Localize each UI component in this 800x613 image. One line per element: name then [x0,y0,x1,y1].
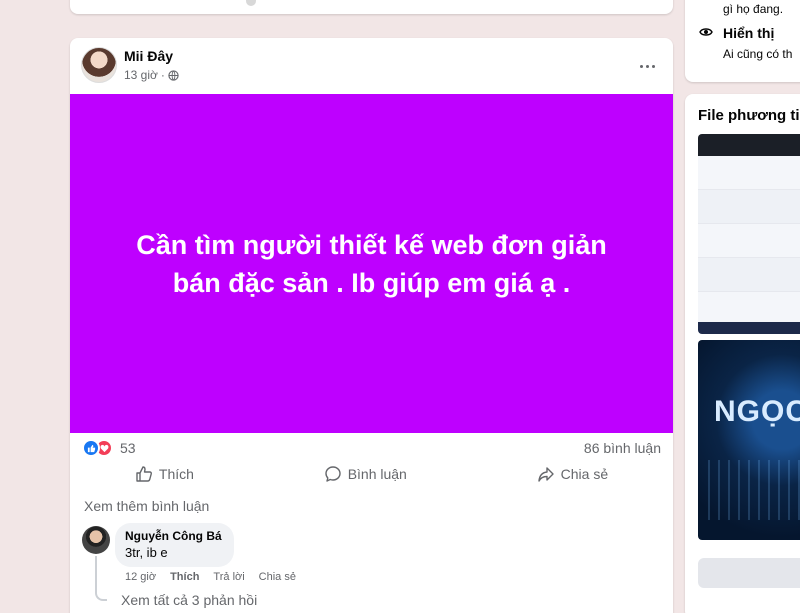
reaction-count: 53 [120,440,136,456]
thumbs-up-icon [136,466,152,482]
comment-share-button[interactable]: Chia sẻ [259,571,296,583]
previous-post-card [70,0,673,14]
view-all-replies-link[interactable]: Xem tất cả 3 phản hồi [121,592,257,608]
post-actions: Thích Bình luận Chia sẻ [70,461,673,487]
share-button-label: Chia sẻ [560,466,609,482]
globe-icon [168,69,179,81]
more-options-button[interactable] [635,54,659,78]
eye-icon [699,28,713,36]
reply-thread-line [95,556,107,601]
comment-button[interactable]: Bình luận [308,461,423,487]
privacy-text: gì họ đang. [723,2,784,16]
media-thumbnail-2[interactable]: NGỌC [698,340,800,540]
like-button-label: Thích [158,466,194,482]
view-more-comments-link[interactable]: Xem thêm bình luận [84,498,209,514]
like-reaction-icon [82,439,100,457]
post-meta: 13 giờ · [124,68,179,82]
visibility-description: Ai cũng có th [723,47,793,61]
visibility-title: Hiển thị [723,25,775,41]
post-header: Mii Đây 13 giờ · [70,38,673,94]
comment-bubble: Nguyễn Công Bá 3tr, ib e [115,523,234,567]
comment-like-button[interactable]: Thích [170,571,199,583]
post-background: Cần tìm người thiết kế web đơn giản bán … [70,94,673,433]
media-card: File phương tiệ NGỌC [685,94,800,613]
author-avatar[interactable] [81,47,117,83]
privacy-card: gì họ đang. Hiển thị Ai cũng có th [685,0,800,82]
media-title[interactable]: File phương tiệ [698,107,800,124]
post-time[interactable]: 13 giờ [124,68,158,82]
share-icon [537,467,554,482]
commenter-avatar[interactable] [82,526,110,554]
post-author[interactable]: Mii Đây [124,48,173,64]
comment-time[interactable]: 12 giờ [125,571,156,583]
media-thumbnail-1[interactable] [698,134,800,334]
reactions-summary[interactable]: 53 [82,439,136,457]
comment-reply-button[interactable]: Trả lời [213,571,244,583]
thumbnail-brand-text: NGỌC [714,395,800,428]
comment-count[interactable]: 86 bình luận [584,440,661,456]
comment-icon [324,466,341,482]
comment-meta: 12 giờ Thích Trả lời Chia sẻ [125,571,296,583]
commenter-name[interactable]: Nguyễn Công Bá [125,529,222,543]
comment-button-label: Bình luận [347,466,407,482]
see-all-media-button[interactable] [698,558,800,588]
comment-text: 3tr, ib e [125,545,168,560]
post-card: Mii Đây 13 giờ · Cần tìm người thiết kế … [70,38,673,613]
share-button[interactable]: Chia sẻ [521,461,624,487]
divider [246,0,256,6]
post-text: Cần tìm người thiết kế web đơn giản bán … [136,229,607,298]
like-button[interactable]: Thích [119,461,210,487]
